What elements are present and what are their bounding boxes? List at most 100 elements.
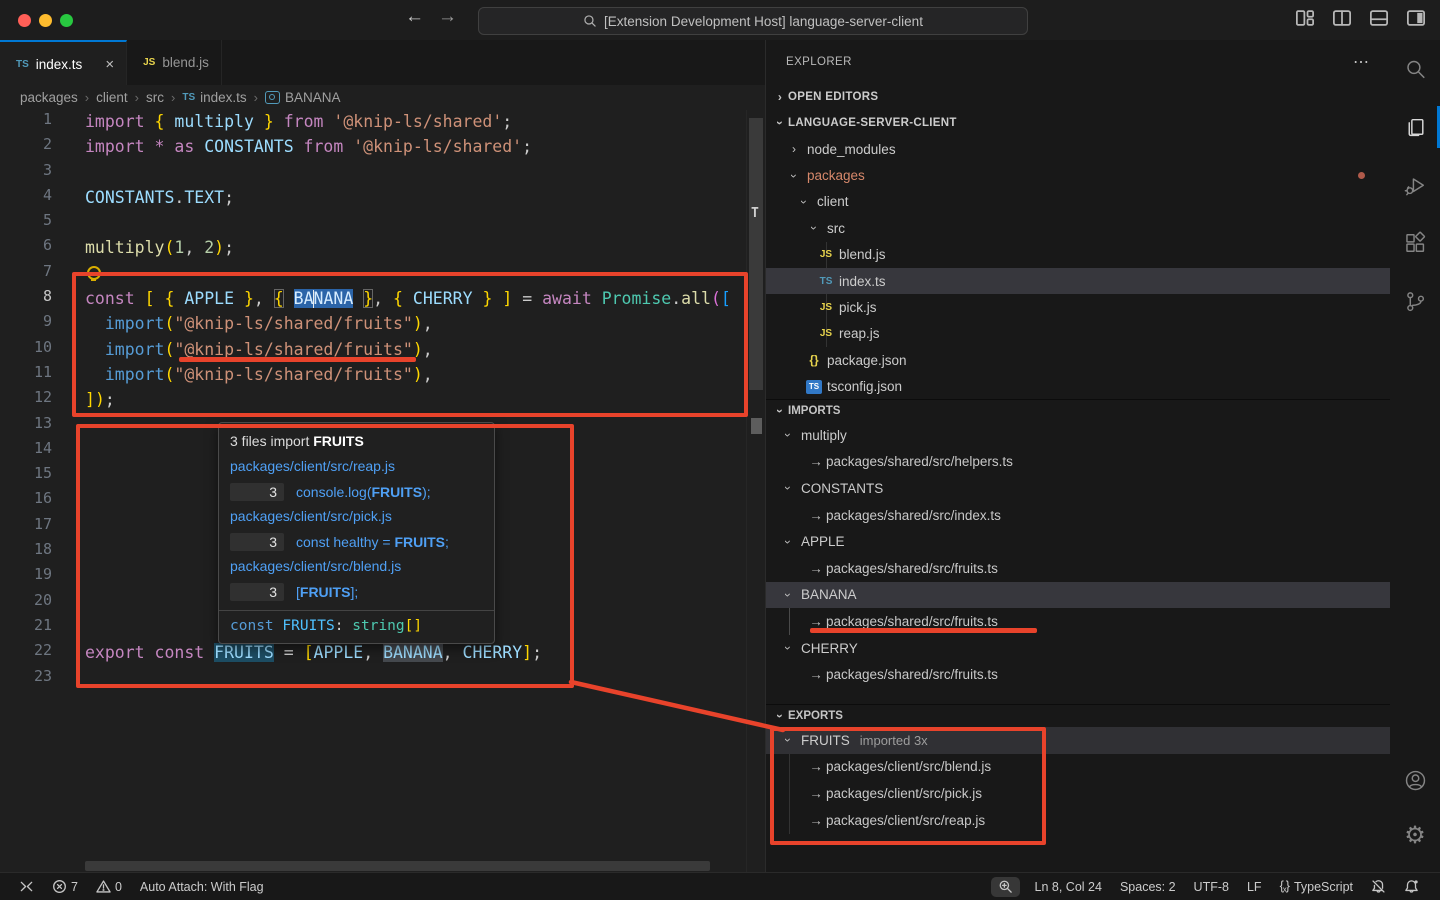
code-line[interactable]: 6multiply(1, 2); <box>0 236 746 261</box>
explorer-sidebar: EXPLORER ⋯ › OPEN EDITORS › LANGUAGE-SER… <box>765 40 1390 872</box>
tree-item-package.json[interactable]: {}package.json <box>766 347 1390 373</box>
code-line[interactable]: 9 import("@knip-ls/shared/fruits"), <box>0 312 746 337</box>
minimize-window-button[interactable] <box>39 14 52 27</box>
import-path[interactable]: →packages/shared/src/helpers.ts <box>766 449 1390 476</box>
forward-arrow-icon[interactable]: → <box>438 6 457 28</box>
search-icon[interactable] <box>1390 40 1440 98</box>
activity-bar: ⚙ <box>1390 40 1440 872</box>
back-arrow-icon[interactable]: ← <box>405 6 424 28</box>
tree-item-node_modules[interactable]: ›node_modules <box>766 136 1390 162</box>
exports-section-header[interactable]: › EXPORTS <box>766 705 1390 727</box>
customize-layout-icon[interactable] <box>1295 8 1315 28</box>
code-line[interactable]: 8const [ { APPLE }, { BANANA }, { CHERRY… <box>0 287 746 312</box>
tooltip-file-link[interactable]: packages/client/src/blend.js <box>230 554 483 579</box>
source-control-icon[interactable] <box>1390 272 1440 330</box>
code-line[interactable]: 11 import("@knip-ls/shared/fruits"), <box>0 363 746 388</box>
vertical-scrollbar-thumb[interactable] <box>749 118 763 390</box>
status-item[interactable]: Ln 8, Col 24 <box>1026 873 1111 900</box>
import-item-BANANA[interactable]: ›BANANA <box>766 582 1390 609</box>
status-item[interactable]: Spaces: 2 <box>1111 873 1185 900</box>
settings-gear-icon[interactable]: ⚙ <box>1390 808 1440 864</box>
import-item-CONSTANTS[interactable]: ›CONSTANTS <box>766 475 1390 502</box>
status-item[interactable]: Auto Attach: With Flag <box>131 873 273 900</box>
tree-item-label: package.json <box>827 353 907 368</box>
tree-item-src[interactable]: ›src <box>766 215 1390 241</box>
code-line[interactable]: 4CONSTANTS.TEXT; <box>0 186 746 211</box>
status-text: Auto Attach: With Flag <box>140 880 264 894</box>
export-path[interactable]: →packages/client/src/blend.js <box>766 754 1390 781</box>
zoom-window-button[interactable] <box>60 14 73 27</box>
status-text: LF <box>1247 880 1262 894</box>
status-item[interactable]: UTF-8 <box>1185 873 1238 900</box>
account-icon[interactable] <box>1390 752 1440 808</box>
command-center-search[interactable]: [Extension Development Host] language-se… <box>478 7 1028 35</box>
breadcrumb-item-index.ts[interactable]: TSindex.ts <box>182 90 246 105</box>
ts-file-icon: TS <box>16 59 29 70</box>
open-editors-section[interactable]: › OPEN EDITORS <box>766 84 1390 110</box>
more-actions-icon[interactable]: ⋯ <box>1353 52 1370 72</box>
titlebar: ← → [Extension Development Host] languag… <box>0 0 1440 40</box>
tree-item-reap.js[interactable]: JSreap.js <box>766 321 1390 347</box>
tree-item-packages[interactable]: ›packages <box>766 162 1390 188</box>
import-path[interactable]: →packages/shared/src/fruits.ts <box>766 661 1390 688</box>
tooltip-file-link[interactable]: packages/client/src/reap.js <box>230 454 483 479</box>
line-number-pill[interactable]: 3 <box>230 583 284 601</box>
explorer-icon[interactable] <box>1390 98 1440 156</box>
tab-index.ts[interactable]: TSindex.ts× <box>0 40 127 86</box>
breadcrumb-item-BANANA[interactable]: BANANA <box>265 90 341 105</box>
code-line[interactable]: 12]); <box>0 388 746 413</box>
tree-item-blend.js[interactable]: JSblend.js <box>766 242 1390 268</box>
bell-slash-status-item[interactable] <box>1362 873 1395 900</box>
braces-status-item[interactable]: {x}TypeScript <box>1271 873 1362 900</box>
tab-blend.js[interactable]: JSblend.js <box>127 40 222 85</box>
code-line[interactable]: 22export const FRUITS = [APPLE, BANANA, … <box>0 641 746 666</box>
window-controls <box>18 14 73 27</box>
close-window-button[interactable] <box>18 14 31 27</box>
line-number-pill[interactable]: 3 <box>230 483 284 501</box>
breadcrumb-item-src[interactable]: src <box>146 90 164 105</box>
import-path[interactable]: →packages/shared/src/fruits.ts <box>766 608 1390 635</box>
tree-item-client[interactable]: ›client <box>766 189 1390 215</box>
export-path[interactable]: →packages/client/src/reap.js <box>766 807 1390 834</box>
horizontal-scrollbar-thumb[interactable] <box>85 861 710 871</box>
tree-item-pick.js[interactable]: JSpick.js <box>766 294 1390 320</box>
lightbulb-icon[interactable] <box>87 266 101 280</box>
toggle-panel-icon[interactable] <box>1369 8 1389 28</box>
breadcrumb-item-client[interactable]: client <box>96 90 128 105</box>
import-path[interactable]: →packages/shared/src/fruits.ts <box>766 555 1390 582</box>
project-root-folder[interactable]: › LANGUAGE-SERVER-CLIENT <box>766 110 1390 136</box>
code-line[interactable]: 23 <box>0 667 746 692</box>
extensions-icon[interactable] <box>1390 214 1440 272</box>
code-line[interactable]: 10 import("@knip-ls/shared/fruits"), <box>0 338 746 363</box>
debug-icon[interactable] <box>1390 156 1440 214</box>
zoom-status-item[interactable] <box>991 877 1020 897</box>
import-item-CHERRY[interactable]: ›CHERRY <box>766 635 1390 662</box>
line-number-pill[interactable]: 3 <box>230 533 284 551</box>
import-item-multiply[interactable]: ›multiply <box>766 422 1390 449</box>
code-line[interactable]: 5 <box>0 211 746 236</box>
export-item-FRUITS[interactable]: ›FRUITSimported 3x <box>766 727 1390 754</box>
export-path[interactable]: →packages/client/src/pick.js <box>766 780 1390 807</box>
remote-status-item[interactable] <box>10 873 43 900</box>
imports-section-header[interactable]: › IMPORTS <box>766 400 1390 422</box>
tree-item-tsconfig.json[interactable]: TStsconfig.json <box>766 374 1390 400</box>
warning-status-item[interactable]: 0 <box>87 873 131 900</box>
tree-item-index.ts[interactable]: TSindex.ts <box>766 268 1390 294</box>
error-status-item[interactable]: 7 <box>43 873 87 900</box>
close-tab-icon[interactable]: × <box>105 56 114 73</box>
import-path[interactable]: →packages/shared/src/index.ts <box>766 502 1390 529</box>
code-line[interactable]: 3 <box>0 161 746 186</box>
tooltip-file-link[interactable]: packages/client/src/pick.js <box>230 504 483 529</box>
toggle-secondary-sidebar-icon[interactable] <box>1406 8 1426 28</box>
ts-file-icon: TS <box>818 276 834 287</box>
code-line[interactable]: 1import { multiply } from '@knip-ls/shar… <box>0 110 746 135</box>
import-item-APPLE[interactable]: ›APPLE <box>766 528 1390 555</box>
breadcrumb-item-packages[interactable]: packages <box>20 90 78 105</box>
status-item[interactable]: LF <box>1238 873 1271 900</box>
tooltip-reference-row: 3const healthy = FRUITS; <box>230 529 483 554</box>
bell-dot-status-item[interactable] <box>1395 873 1428 900</box>
bell-slash-icon <box>1371 879 1386 894</box>
code-line[interactable]: 7 <box>0 262 746 287</box>
split-editor-icon[interactable] <box>1332 8 1352 28</box>
code-line[interactable]: 2import * as CONSTANTS from '@knip-ls/sh… <box>0 135 746 160</box>
